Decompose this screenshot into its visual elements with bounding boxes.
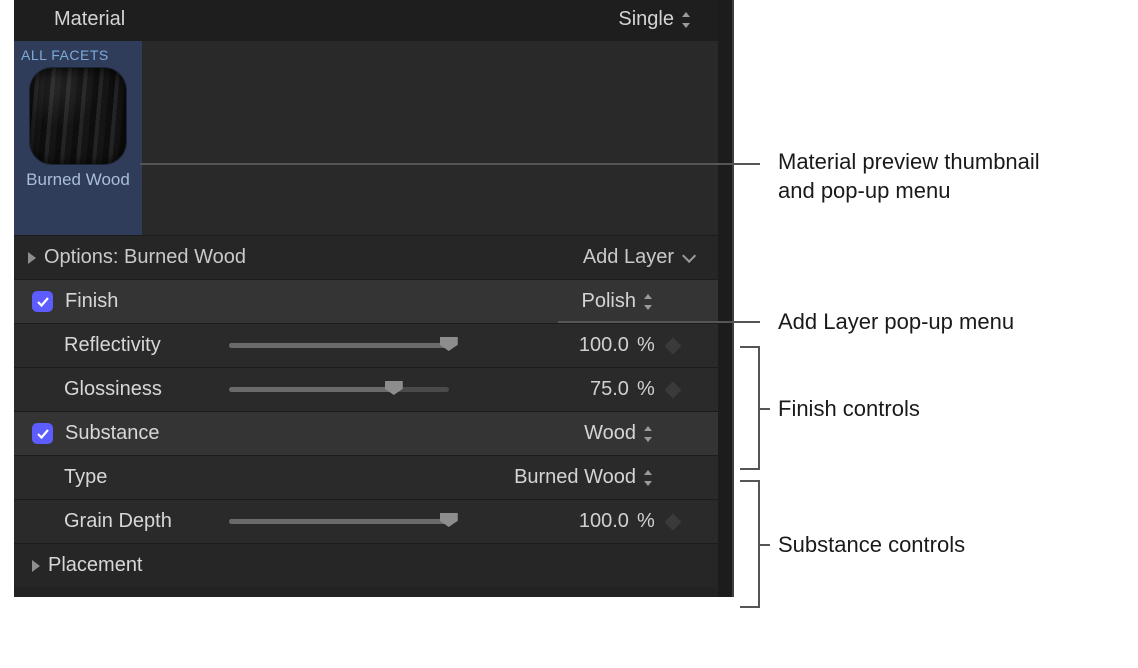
options-label-prefix: Options: — [44, 246, 118, 269]
slider-thumb-icon[interactable] — [385, 381, 403, 395]
grain-depth-label: Grain Depth — [64, 510, 172, 533]
finish-checkbox[interactable] — [32, 291, 53, 312]
updown-icon — [642, 470, 654, 486]
reflectivity-label: Reflectivity — [64, 334, 161, 357]
add-layer-label: Add Layer — [583, 246, 674, 269]
finish-type-value: Polish — [582, 290, 636, 313]
callout-preview-thumbnail: Material preview thumbnail and pop-up me… — [778, 148, 1040, 205]
callout-line — [760, 544, 770, 546]
keyframe-icon[interactable] — [665, 513, 682, 530]
material-inspector-panel: Material Single ALL FACETS Burned Wood O… — [14, 0, 734, 597]
placement-label: Placement — [48, 554, 143, 577]
substance-type-popup[interactable]: Wood — [584, 422, 654, 445]
substance-type-value: Wood — [584, 422, 636, 445]
substance-subtype-popup[interactable]: Burned Wood — [514, 466, 654, 489]
material-mode-popup[interactable]: Single — [618, 8, 692, 31]
material-preview-thumbnail[interactable] — [30, 68, 126, 164]
reflectivity-value-field[interactable]: 100.0 % — [449, 334, 655, 357]
finish-label: Finish — [65, 290, 118, 313]
panel-scrollbar[interactable] — [718, 0, 732, 597]
glossiness-label: Glossiness — [64, 378, 162, 401]
placement-row[interactable]: Placement — [14, 543, 732, 587]
reflectivity-slider[interactable] — [229, 343, 449, 348]
callout-line — [760, 408, 770, 410]
callout-line — [140, 163, 760, 165]
callout-line — [558, 321, 760, 323]
chevron-down-icon — [682, 248, 696, 262]
keyframe-icon[interactable] — [665, 337, 682, 354]
updown-icon — [642, 426, 654, 442]
grain-depth-row: Grain Depth 100.0 % — [14, 499, 732, 543]
disclosure-triangle-icon[interactable] — [28, 252, 36, 264]
add-layer-popup[interactable]: Add Layer — [583, 246, 692, 269]
updown-icon — [642, 294, 654, 310]
reflectivity-row: Reflectivity 100.0 % — [14, 323, 732, 367]
material-header-row: Material Single — [14, 0, 732, 41]
callout-bracket — [740, 346, 760, 470]
glossiness-value-field[interactable]: 75.0 % — [449, 378, 655, 401]
glossiness-row: Glossiness 75.0 % — [14, 367, 732, 411]
substance-header-row: Substance Wood — [14, 411, 732, 455]
finish-header-row: Finish Polish — [14, 279, 732, 323]
material-mode-value: Single — [618, 8, 674, 31]
material-section-label: Material — [54, 8, 618, 31]
keyframe-icon[interactable] — [665, 381, 682, 398]
callout-bracket — [740, 480, 760, 608]
updown-icon — [680, 12, 692, 28]
callout-add-layer: Add Layer pop-up menu — [778, 308, 1014, 337]
facet-area: ALL FACETS Burned Wood — [14, 41, 732, 235]
facet-material-name: Burned Wood — [26, 170, 130, 190]
substance-label: Substance — [65, 422, 160, 445]
substance-type-row: Type Burned Wood — [14, 455, 732, 499]
facet-tile-all[interactable]: ALL FACETS Burned Wood — [14, 41, 142, 235]
substance-type-label: Type — [64, 466, 107, 489]
grain-depth-value-field[interactable]: 100.0 % — [449, 510, 655, 533]
facet-header-label: ALL FACETS — [15, 42, 115, 68]
grain-depth-slider[interactable] — [229, 519, 449, 524]
substance-subtype-value: Burned Wood — [514, 466, 636, 489]
disclosure-triangle-icon[interactable] — [32, 560, 40, 572]
callout-substance-controls: Substance controls — [778, 531, 965, 560]
glossiness-slider[interactable] — [229, 387, 449, 392]
options-material-name: Burned Wood — [124, 246, 246, 269]
substance-checkbox[interactable] — [32, 423, 53, 444]
finish-type-popup[interactable]: Polish — [582, 290, 654, 313]
callout-finish-controls: Finish controls — [778, 395, 920, 424]
options-row: Options: Burned Wood Add Layer — [14, 235, 732, 279]
